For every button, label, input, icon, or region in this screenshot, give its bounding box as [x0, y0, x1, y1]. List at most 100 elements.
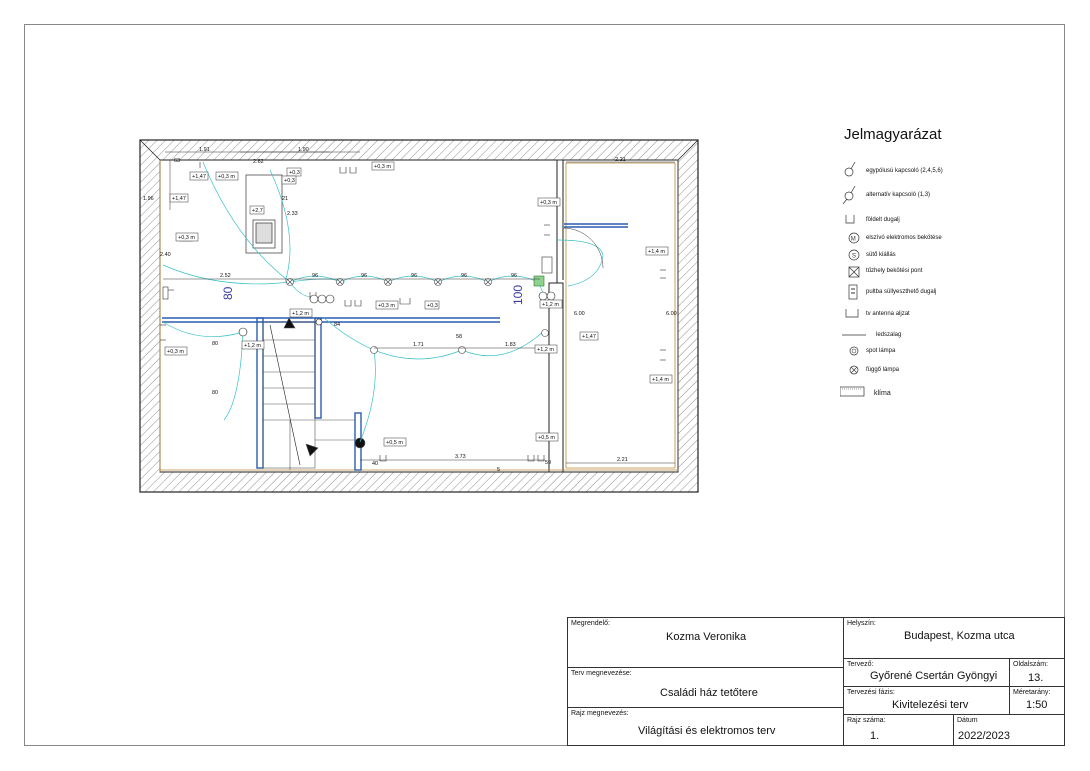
tv-antenna-socket-icon — [845, 309, 859, 318]
legend-item-air-conditioner: klíma — [840, 384, 1040, 402]
legend-label: klíma — [874, 390, 891, 397]
legend-label: pultba süllyeszthető dugalj — [866, 289, 937, 295]
sockets — [160, 162, 666, 462]
tb-date-caption: Dátum — [957, 717, 978, 724]
legend-label: függő lámpa — [866, 367, 900, 373]
dim-3: 2.21 — [615, 157, 626, 163]
tb-location: Budapest, Kozma utca — [904, 630, 1015, 642]
dim-26: 2.62 — [253, 159, 264, 165]
dim-27: 21 — [282, 196, 288, 202]
height-10: +0,3 m — [378, 303, 395, 309]
svg-text:M: M — [851, 237, 856, 243]
tb-scale: 1:50 — [1026, 699, 1048, 711]
tb-plan-name: Családi ház tetőtere — [660, 687, 758, 699]
legend-item-grounded-socket: földelt dugalj — [840, 211, 1040, 229]
height-1: +1,47 — [192, 174, 206, 180]
tb-client-caption: Megrendelő: — [571, 620, 610, 627]
legend-label: tűzhely bekötési pont — [866, 268, 923, 274]
legend-title: Jelmagyarázat — [844, 126, 942, 143]
pendant-lamp-icon — [849, 365, 859, 375]
tb-designer: Győrené Csertán Gyöngyi — [870, 670, 998, 682]
tb-drawing-name-caption: Rajz megnevezés: — [571, 710, 629, 717]
lamp-marker-icon — [533, 275, 545, 287]
tb-date: 2022/2023 — [958, 730, 1010, 742]
tb-page: 13. — [1028, 672, 1044, 684]
height-13: +1,2 m — [244, 343, 261, 349]
dim-17: 84 — [334, 322, 340, 328]
dim-8: 96 — [461, 273, 467, 279]
tb-location-caption: Helyszín: — [847, 620, 876, 627]
dim-6: 96 — [361, 273, 367, 279]
legend-item-recessed-socket: pultba süllyeszthető dugalj — [840, 283, 1040, 301]
outer-walls — [139, 139, 699, 493]
legend-label: egypólusú kapcsoló (2,4,5,6) — [866, 168, 943, 174]
tb-drawing-no: 1. — [870, 730, 880, 742]
tb-date-cell: Dátum 2022/2023 — [953, 714, 1065, 746]
single-pole-switch-icon — [844, 162, 856, 177]
height-labels: +1,47 +0,3 m +0,3 +0,3 +0,3 m +1,47 +2,7… — [164, 161, 673, 447]
height-3: +0,3 — [289, 170, 300, 176]
air-conditioner-icon — [840, 386, 865, 397]
tb-phase: Kivitelezési terv — [892, 699, 969, 711]
tb-drawing-name-cell: Rajz megnevezés: Világítási és elektromo… — [567, 707, 844, 746]
fireplace-connection-icon — [848, 266, 860, 278]
dimension-lines — [163, 151, 675, 464]
dim-5: 96 — [312, 273, 318, 279]
dim-22: 59 — [545, 460, 551, 466]
room-number-100: 100 — [511, 285, 525, 305]
tb-scale-cell: Méretarány: 1:50 — [1009, 686, 1065, 715]
height-15: +1,2 m — [537, 347, 554, 353]
svg-text:S: S — [852, 254, 856, 260]
tb-scale-caption: Méretarány: — [1013, 689, 1051, 696]
height-7: +2,7 — [252, 208, 263, 214]
dim-10: 2.33 — [287, 211, 298, 217]
height-11: +0,3 — [427, 303, 438, 309]
dim-25: 2.40 — [160, 252, 171, 258]
height-18: +1,4 m — [652, 377, 669, 383]
tb-phase-cell: Tervezési fázis: Kivitelezési terv — [843, 686, 1010, 715]
dim-9: 96 — [511, 273, 517, 279]
height-16: +1,47 — [582, 334, 596, 340]
legend-item-spot-lamp: spot lámpa — [840, 342, 1040, 360]
tb-page-caption: Oldalszám: — [1013, 661, 1049, 668]
tb-client: Kozma Veronika — [666, 631, 747, 643]
legend-label: ledszalag — [876, 332, 902, 338]
dim-16: 6.00 — [666, 311, 677, 317]
height-2: +0,3 m — [218, 174, 235, 180]
height-21: +0,3 m — [167, 349, 184, 355]
height-5: +0,3 m — [374, 164, 391, 170]
legend-label: tv antenna aljzat — [866, 311, 910, 317]
dim-20: 58 — [456, 334, 462, 340]
height-12: +1,2 m — [292, 311, 309, 317]
tb-location-cell: Helyszín: Budapest, Kozma utca — [843, 617, 1065, 659]
tb-designer-caption: Tervező: — [847, 661, 874, 668]
switches — [238, 291, 556, 337]
tb-page-cell: Oldalszám: 13. — [1009, 658, 1065, 687]
dim-12: 1.83 — [505, 342, 516, 348]
legend-label: elszívó elektromos bekötése — [866, 235, 942, 241]
tb-drawing-no-cell: Rajz száma: 1. — [843, 714, 954, 746]
height-17: +1,4 m — [648, 249, 665, 255]
legend-item-alternate-switch: alternatív kapcsoló (1,3) — [840, 186, 1040, 204]
dim-1: 1.91 — [199, 147, 210, 153]
dim-21: 40 — [372, 461, 378, 467]
legend-label: spot lámpa — [866, 348, 896, 354]
dim-24: 1.96 — [143, 196, 154, 202]
room-number-80: 80 — [221, 286, 235, 300]
dim-23: 63 — [174, 158, 180, 164]
alternate-switch-icon — [842, 186, 856, 204]
staircase — [262, 317, 366, 470]
height-9: +0,3 m — [540, 200, 557, 206]
dimension-texts: 1.91 1.90 2.21 2.52 96 96 96 96 96 2.33 … — [143, 147, 677, 473]
height-20: +0,5 m — [386, 440, 403, 446]
dim-19: 80 — [212, 390, 218, 396]
legend-label: sütő kiállás — [866, 252, 896, 258]
dim-13: 3.73 — [455, 454, 466, 460]
legend-label: alternatív kapcsoló (1,3) — [866, 192, 931, 198]
dim-11: 1.71 — [413, 342, 424, 348]
legend-item-fireplace-connection: tűzhely bekötési pont — [840, 262, 1040, 280]
height-8: +0,3 m — [178, 235, 195, 241]
tb-drawing-no-caption: Rajz száma: — [847, 717, 886, 724]
height-4: +0,3 — [284, 178, 295, 184]
legend-label: földelt dugalj — [866, 217, 900, 223]
